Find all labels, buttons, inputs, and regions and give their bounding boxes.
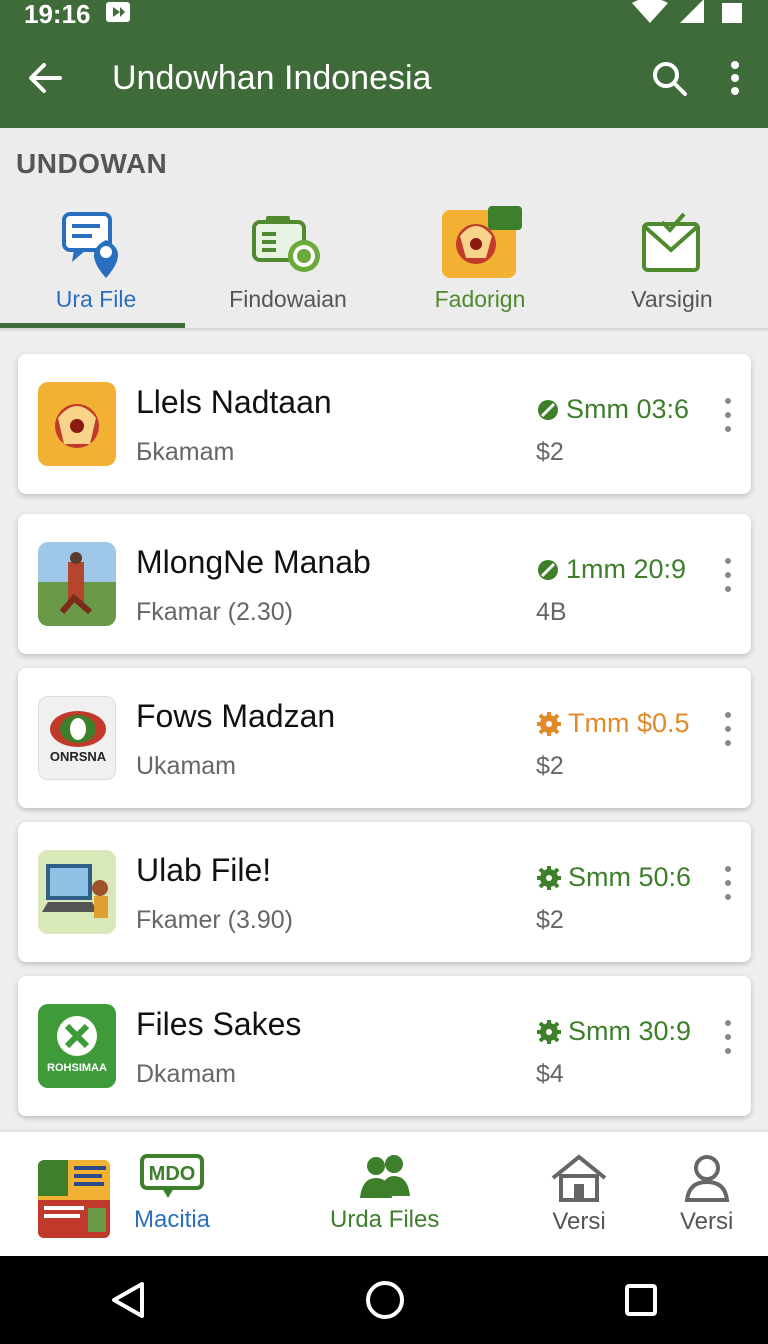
- no-icon: [538, 559, 558, 580]
- item-meta: 1mm 20:9: [536, 554, 686, 585]
- status-time: 19:16: [24, 0, 91, 29]
- list-item[interactable]: Ulab File! Fkamer (3.90) Smm 50:6 $2: [18, 822, 751, 962]
- item-subtitle: Fkamer (3.90): [136, 906, 293, 934]
- person-icon: [684, 1155, 729, 1202]
- nav-item-versi-profile[interactable]: Versi: [680, 1154, 733, 1236]
- gear-icon: [537, 711, 561, 736]
- home-icon: [551, 1154, 607, 1202]
- list-item[interactable]: ROHSIMAA Files Sakes Dkamam Smm 30:9 $4: [18, 976, 751, 1116]
- nav-home-icon[interactable]: [365, 1280, 405, 1320]
- item-subtitle: Ukamam: [136, 752, 237, 780]
- list-item[interactable]: ONRSNA Fows Madzan Ukamam Tmm $0.5 $2: [18, 668, 751, 808]
- item-meta-text: Smm 03:6: [566, 394, 690, 424]
- section-label: UNDOWAN: [16, 148, 168, 179]
- list-item[interactable]: Llels Nadtaan Бkamam Smm 03:6 $2: [18, 354, 751, 494]
- item-name: Files Sakes: [136, 1006, 302, 1042]
- item-meta-text: Smm 30:9: [568, 1016, 692, 1046]
- item-name: Fows Madzan: [136, 698, 336, 734]
- category-section: UNDOWAN Ura File Findowaian Fadorign Var…: [0, 128, 768, 332]
- tab-varsigin[interactable]: Varsigin: [576, 200, 768, 326]
- item-price: 4В: [536, 598, 567, 626]
- chat-icon-text: MDO: [149, 1163, 196, 1185]
- arrow-back-icon: [29, 63, 62, 93]
- envelope-check-icon: [640, 206, 704, 282]
- item-more-button[interactable]: [718, 712, 738, 746]
- item-more-button[interactable]: [718, 1020, 738, 1054]
- tab-fadorign[interactable]: Fadorign: [384, 200, 576, 326]
- back-button[interactable]: [0, 61, 90, 95]
- item-meta: Smm 03:6: [536, 394, 689, 425]
- gear-icon: [537, 865, 561, 890]
- item-subtitle: Бkamam: [136, 438, 235, 466]
- item-meta-text: Tmm $0.5: [568, 708, 690, 738]
- tab-ura-file[interactable]: Ura File: [0, 200, 192, 326]
- gear-icon: [537, 1019, 561, 1044]
- nav-item-urda-files[interactable]: Urda Files: [330, 1154, 439, 1234]
- battery-icon: [720, 0, 744, 30]
- signal-icon: [680, 0, 708, 30]
- nav-item-versi-home[interactable]: Versi: [550, 1154, 608, 1236]
- search-button[interactable]: [636, 60, 702, 96]
- media-icon: [105, 0, 131, 30]
- nav-recents-icon[interactable]: [624, 1283, 658, 1317]
- thumb-logo-text: ROHSIMAA: [47, 1062, 107, 1074]
- item-price: $2: [536, 752, 564, 780]
- item-more-button[interactable]: [718, 558, 738, 592]
- tab-label: Ura File: [55, 286, 137, 312]
- chat-camera-icon: [60, 206, 132, 282]
- item-thumbnail: [38, 382, 116, 466]
- bottom-navigation: MDO Macitia Urda Files Versi Versi: [0, 1132, 768, 1256]
- item-price: $2: [536, 438, 564, 466]
- item-thumbnail: [38, 542, 116, 626]
- item-thumbnail: ONRSNA: [38, 696, 116, 780]
- tab-label: Fadorign: [434, 286, 526, 312]
- wifi-icon: [632, 0, 668, 30]
- status-bar: 19:16: [0, 0, 768, 30]
- item-thumbnail: ROHSIMAA: [38, 1004, 116, 1088]
- nav-label: Urda Files: [330, 1206, 440, 1233]
- item-meta: Smm 50:6: [536, 862, 691, 893]
- emblem-badge-icon: [436, 206, 524, 282]
- nav-label: Versi: [680, 1208, 734, 1235]
- item-subtitle: Dkamam: [136, 1060, 237, 1088]
- tab-findowaian[interactable]: Findowaian: [192, 200, 384, 326]
- no-icon: [538, 399, 558, 420]
- page-title: Undowhan Indonesia: [112, 58, 432, 97]
- item-thumbnail: [38, 850, 116, 934]
- nav-label: Macitia: [134, 1206, 211, 1233]
- app-bar: 19:16 Undowhan Indonesia: [0, 0, 768, 128]
- item-meta-text: Smm 50:6: [568, 862, 692, 892]
- item-name: MlongNe Manab: [136, 544, 371, 580]
- item-more-button[interactable]: [718, 398, 738, 432]
- chat-mdo-icon: MDO: [140, 1154, 205, 1198]
- system-nav-bar: [0, 1256, 768, 1344]
- list-item[interactable]: MlongNe Manab Fkamar (2.30) 1mm 20:9 4В: [18, 514, 751, 654]
- tab-label: Findowaian: [229, 286, 347, 312]
- nav-back-icon[interactable]: [110, 1281, 146, 1319]
- nav-item-macitia[interactable]: MDO Macitia: [134, 1154, 210, 1234]
- tab-label: Varsigin: [631, 286, 713, 312]
- tab-bar: Ura File Findowaian Fadorign Varsigin: [0, 200, 768, 326]
- item-name: Llels Nadtaan: [136, 384, 332, 420]
- item-meta: Tmm $0.5: [536, 708, 690, 739]
- item-subtitle: Fkamar (2.30): [136, 598, 293, 626]
- item-price: $2: [536, 906, 564, 934]
- divider: [0, 328, 768, 332]
- item-meta-text: 1mm 20:9: [566, 554, 687, 584]
- featured-thumbnail[interactable]: [38, 1160, 110, 1238]
- search-icon: [653, 62, 687, 96]
- nav-label: Versi: [552, 1208, 606, 1235]
- item-meta: Smm 30:9: [536, 1016, 691, 1047]
- item-price: $4: [536, 1060, 564, 1088]
- overflow-menu-button[interactable]: [702, 60, 768, 96]
- people-icon: [359, 1155, 410, 1198]
- item-name: Ulab File!: [136, 852, 272, 888]
- thumb-logo-text: ONRSNA: [49, 749, 107, 764]
- item-more-button[interactable]: [718, 866, 738, 900]
- more-vert-icon: [731, 61, 739, 95]
- camera-badge-icon: [248, 206, 328, 282]
